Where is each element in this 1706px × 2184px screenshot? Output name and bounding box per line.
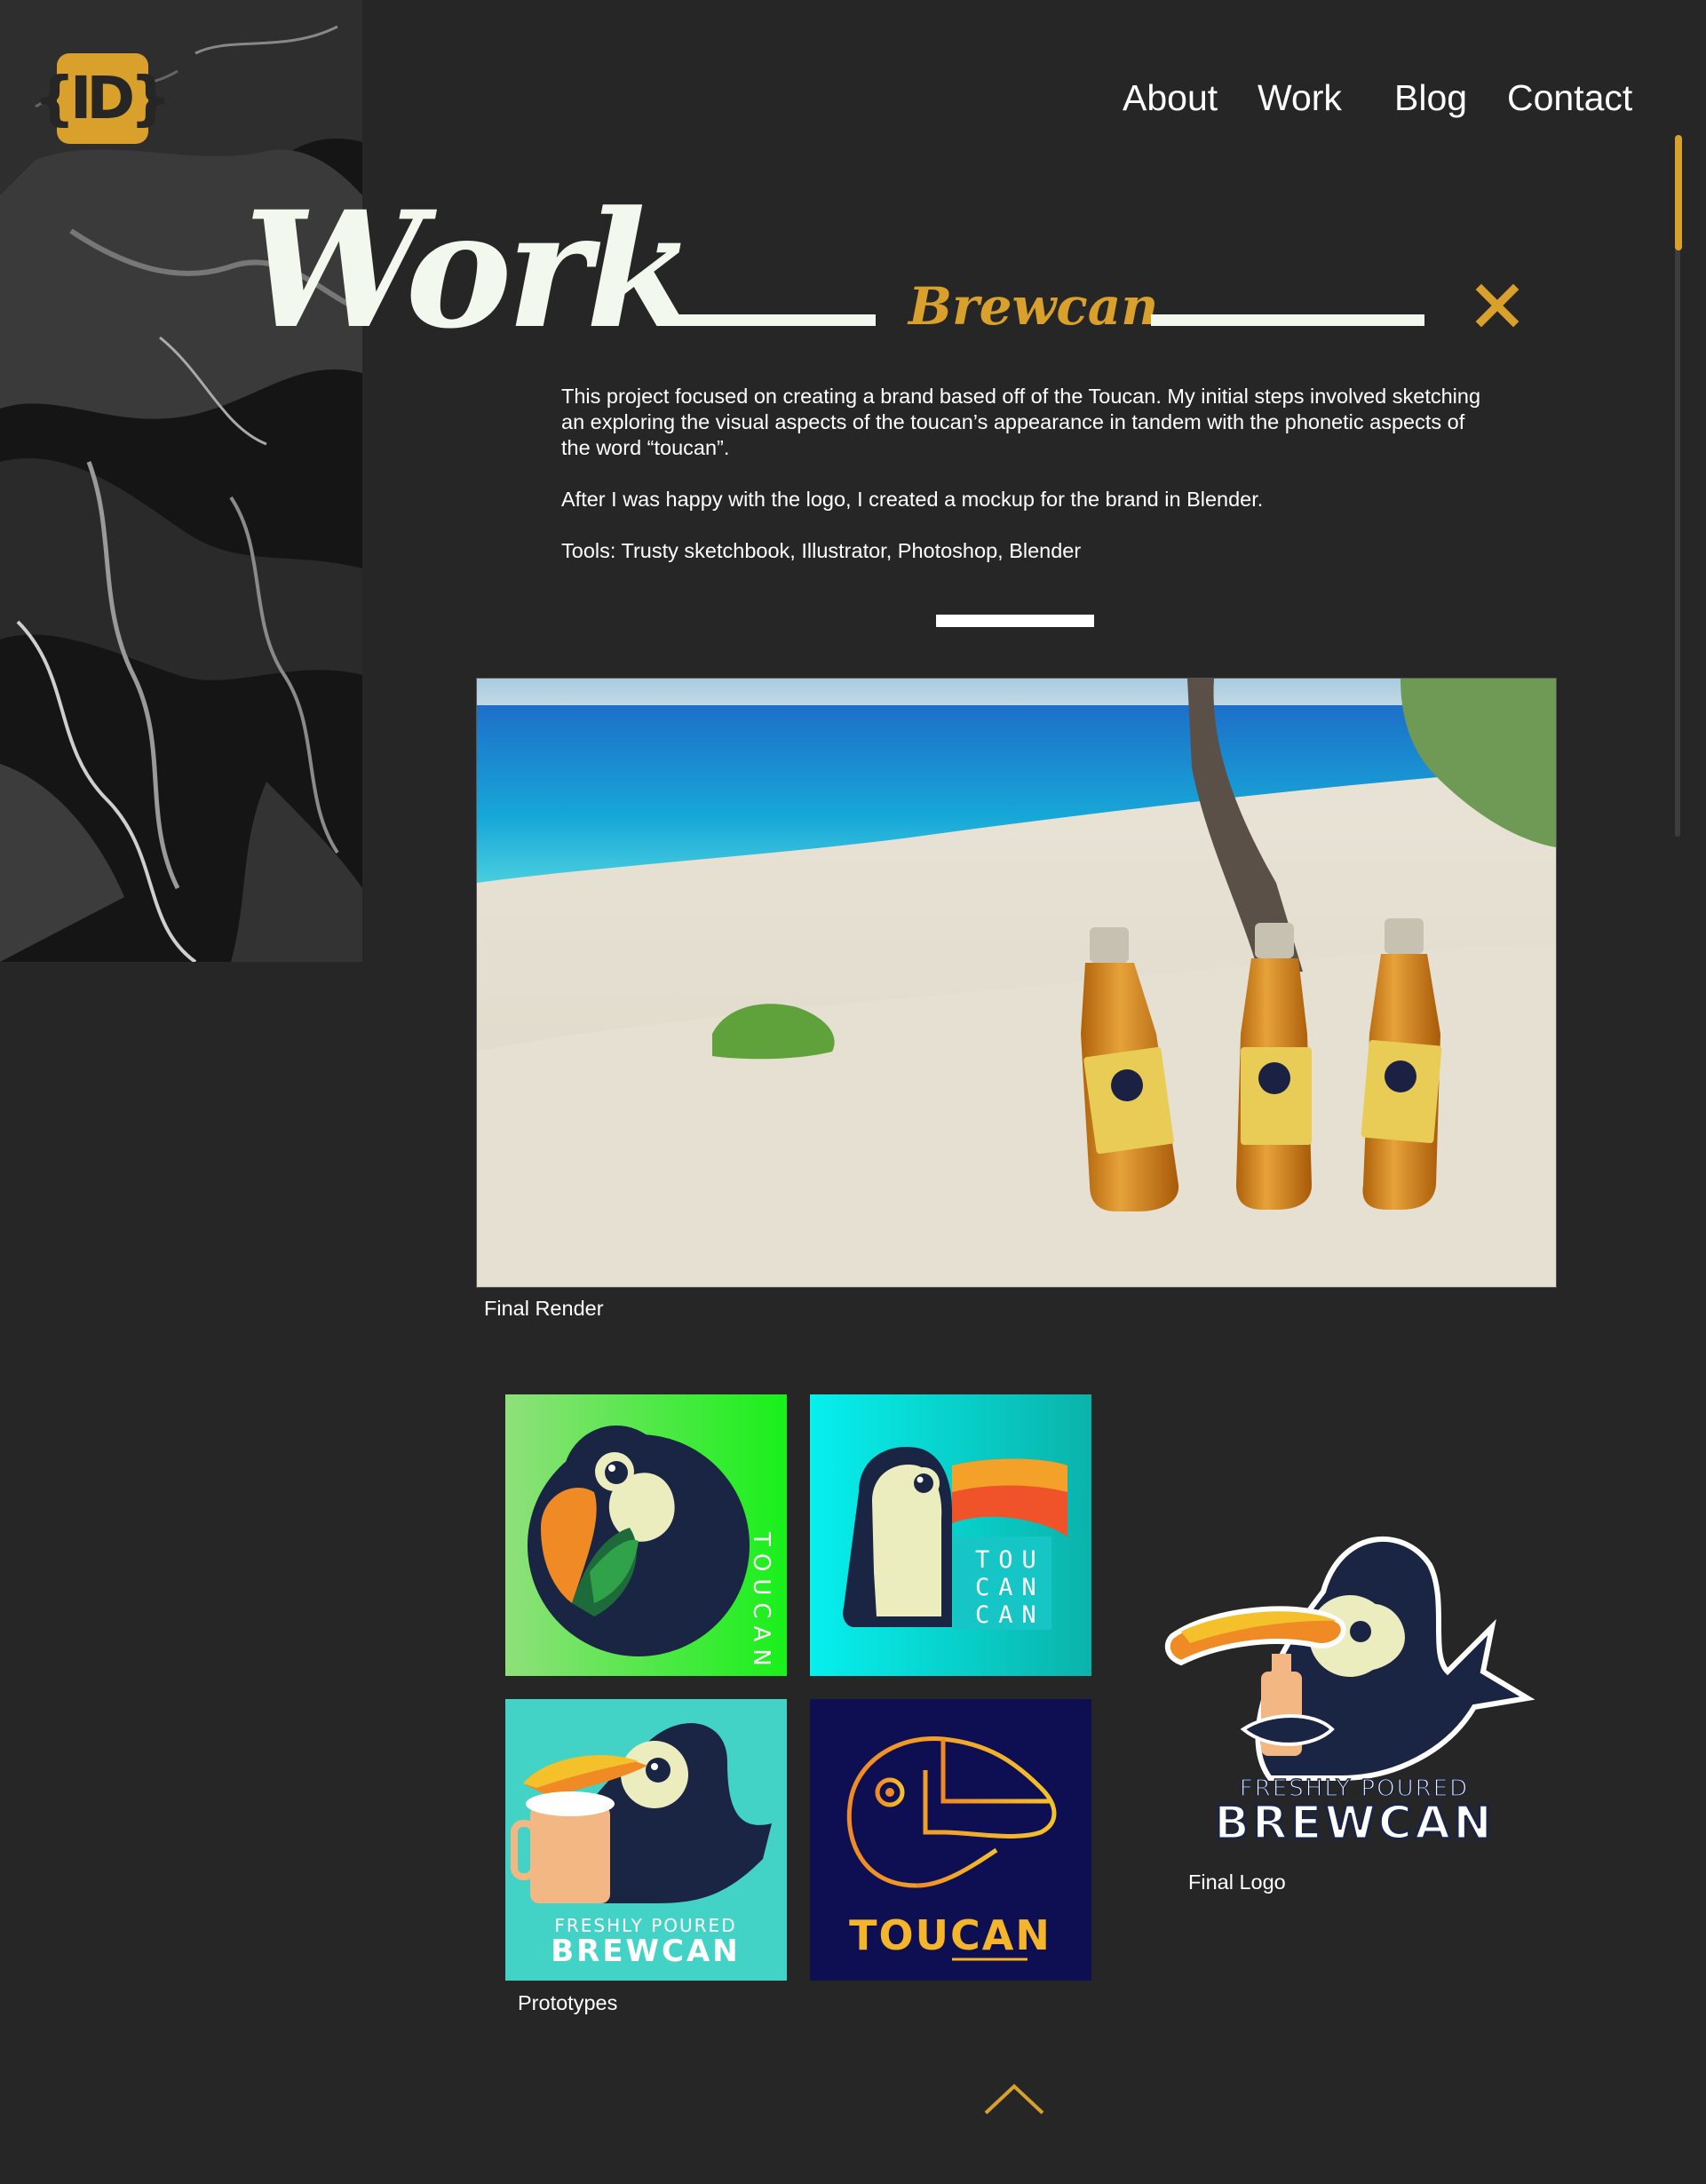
prototype-tile-1[interactable]: TOUCAN <box>505 1394 787 1676</box>
prototype-tile-3[interactable]: FRESHLY POURED BREWCAN <box>505 1699 787 1981</box>
logo-text: {ID} <box>33 64 171 132</box>
tools-paragraph: Tools: Trusty sketchbook, Illustrator, P… <box>561 539 1082 562</box>
scrollbar-thumb[interactable] <box>1675 135 1682 250</box>
tile2-line-1: TOU <box>975 1546 1045 1574</box>
nav-contact[interactable]: Contact <box>1507 75 1632 121</box>
tile3-big-text: BREWCAN <box>551 1934 741 1969</box>
chevron-up-icon[interactable] <box>982 2083 1046 2116</box>
prototype-tile-4[interactable]: TOUCAN <box>810 1699 1091 1981</box>
title-divider-right <box>1151 314 1424 326</box>
close-icon[interactable] <box>1469 277 1526 334</box>
nav-blog[interactable]: Blog <box>1394 75 1467 121</box>
tile4-text: TOUCAN <box>849 1911 1051 1959</box>
page-title: Work <box>244 177 696 364</box>
prototypes-caption: Prototypes <box>518 1991 618 2014</box>
prototype-tile-2[interactable]: TOU CAN CAN <box>810 1394 1091 1676</box>
nav-about[interactable]: About <box>1123 75 1218 121</box>
project-title: Brewcan <box>909 276 1159 337</box>
site-logo[interactable]: {ID} <box>34 53 171 144</box>
description-paragraph: This project focused on creating a brand… <box>561 385 1481 459</box>
texture-photo <box>0 0 362 962</box>
title-divider-left <box>670 314 876 326</box>
section-divider <box>936 615 1094 627</box>
final-logo-image[interactable]: FRESHLY POURED BREWCAN <box>1163 1521 1536 1858</box>
project-description: This project focused on creating a brand… <box>561 384 1485 590</box>
tile1-text: TOUCAN <box>748 1531 774 1673</box>
final-logo-big-text: BREWCAN <box>1214 1797 1494 1850</box>
tile2-line-3: CAN <box>975 1601 1045 1629</box>
nav-work[interactable]: Work <box>1258 75 1342 121</box>
description-paragraph: After I was happy with the logo, I creat… <box>561 488 1264 511</box>
tile2-line-2: CAN <box>975 1574 1045 1601</box>
render-caption: Final Render <box>484 1297 604 1320</box>
final-render-image[interactable] <box>476 678 1557 1288</box>
final-logo-caption: Final Logo <box>1188 1870 1286 1894</box>
